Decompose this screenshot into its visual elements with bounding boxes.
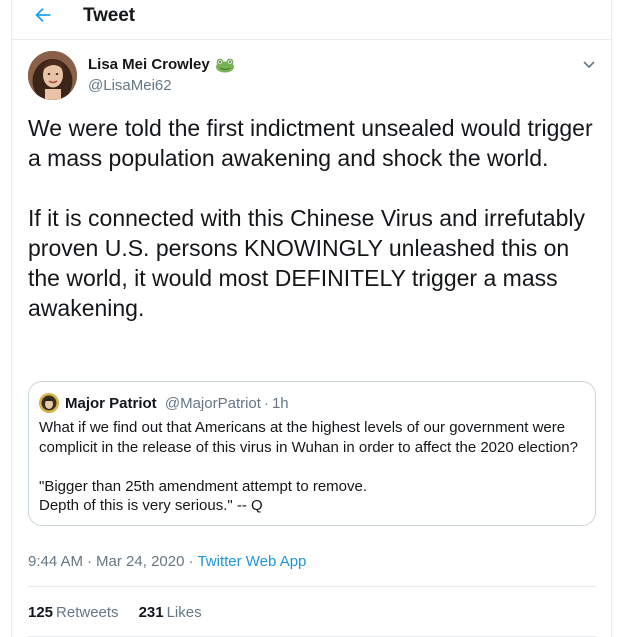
tweet-time[interactable]: 9:44 AM <box>28 553 83 570</box>
tweet-stats: 125 Retweets 231 Likes <box>28 604 222 621</box>
likes-stat[interactable]: 231 Likes <box>139 604 202 621</box>
tweet-column: Tweet Lisa Mei Crowley @LisaMei62 We wer… <box>11 0 612 637</box>
page-title: Tweet <box>83 5 135 26</box>
meta-separator: · <box>87 553 93 570</box>
quoted-header: Major Patriot @MajorPatriot · 1h <box>65 395 289 412</box>
meta-separator-2: · <box>188 553 194 570</box>
quoted-tweet[interactable]: Major Patriot @MajorPatriot · 1h What if w… <box>28 381 596 526</box>
retweets-label: Retweets <box>56 604 119 621</box>
page-header: Tweet <box>12 0 611 40</box>
author-display-name[interactable]: Lisa Mei Crowley <box>88 56 210 73</box>
arrow-left-icon <box>35 7 51 23</box>
likes-count: 231 <box>138 604 164 621</box>
author-handle[interactable]: @LisaMei62 <box>88 77 172 94</box>
quoted-text: What if we find out that Americans at th… <box>39 419 578 514</box>
retweets-count: 125 <box>28 604 54 621</box>
tweet-source-link[interactable]: Twitter Web App <box>197 553 306 570</box>
tweet-text: We were told the first indictment unseal… <box>28 115 593 321</box>
frog-icon <box>215 57 235 73</box>
more-options-button[interactable] <box>581 56 597 72</box>
quoted-avatar <box>39 393 59 413</box>
quoted-author-handle: @MajorPatriot <box>164 395 261 412</box>
chevron-down-icon <box>583 61 595 69</box>
tweet-date[interactable]: Mar 24, 2020 <box>96 553 184 570</box>
avatar[interactable] <box>28 51 77 100</box>
retweets-stat[interactable]: 125 Retweets <box>28 604 119 621</box>
quoted-separator: · <box>263 395 269 412</box>
author-name-row[interactable]: Lisa Mei Crowley <box>88 56 235 73</box>
tweet-meta: 9:44 AM · Mar 24, 2020 · Twitter Web App <box>28 553 306 570</box>
quoted-time: 1h <box>271 395 289 412</box>
quoted-author-name: Major Patriot <box>65 395 157 412</box>
back-button[interactable] <box>32 4 56 28</box>
quoted-avatar-image <box>39 393 59 413</box>
likes-label: Likes <box>166 604 202 621</box>
divider <box>28 586 596 587</box>
user-avatar-image <box>28 51 77 100</box>
